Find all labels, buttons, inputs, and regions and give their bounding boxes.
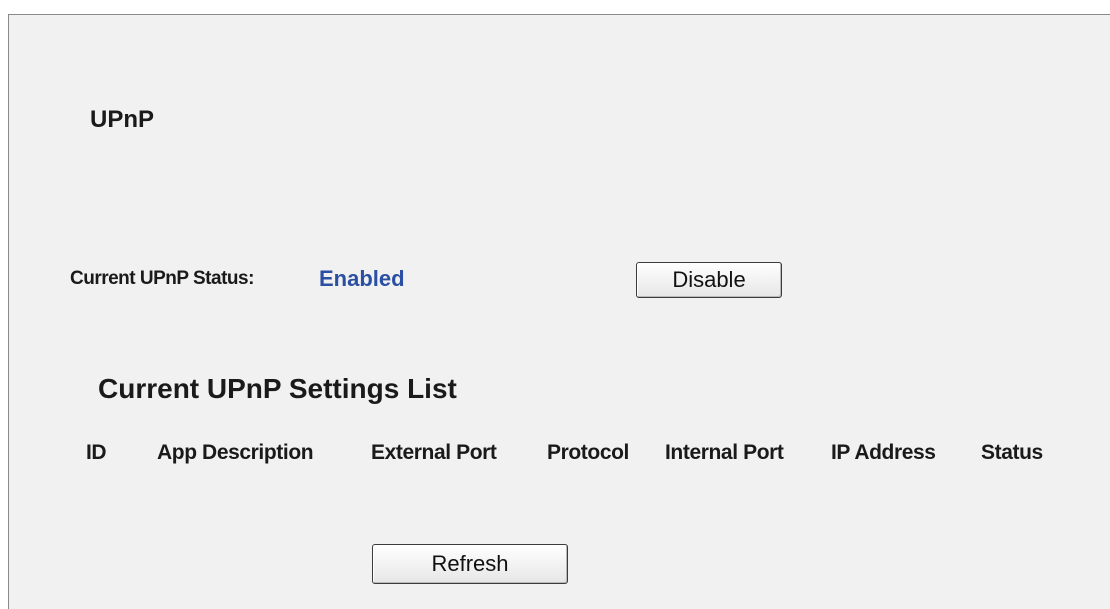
upnp-status-value: Enabled xyxy=(319,266,405,291)
upnp-status-label: Current UPnP Status: xyxy=(70,268,254,289)
column-header-id: ID xyxy=(86,441,107,464)
settings-list-title: Current UPnP Settings List xyxy=(98,373,457,404)
column-header-ip-address: IP Address xyxy=(831,441,936,464)
page-title: UPnP xyxy=(90,106,155,133)
column-header-protocol: Protocol xyxy=(547,441,629,464)
column-header-app-description: App Description xyxy=(157,441,314,464)
content-panel xyxy=(8,14,1110,609)
column-header-external-port: External Port xyxy=(371,441,497,464)
disable-button[interactable]: Disable xyxy=(636,262,782,298)
column-header-status: Status xyxy=(981,441,1043,464)
refresh-button[interactable]: Refresh xyxy=(372,544,568,584)
column-header-internal-port: Internal Port xyxy=(665,441,784,464)
